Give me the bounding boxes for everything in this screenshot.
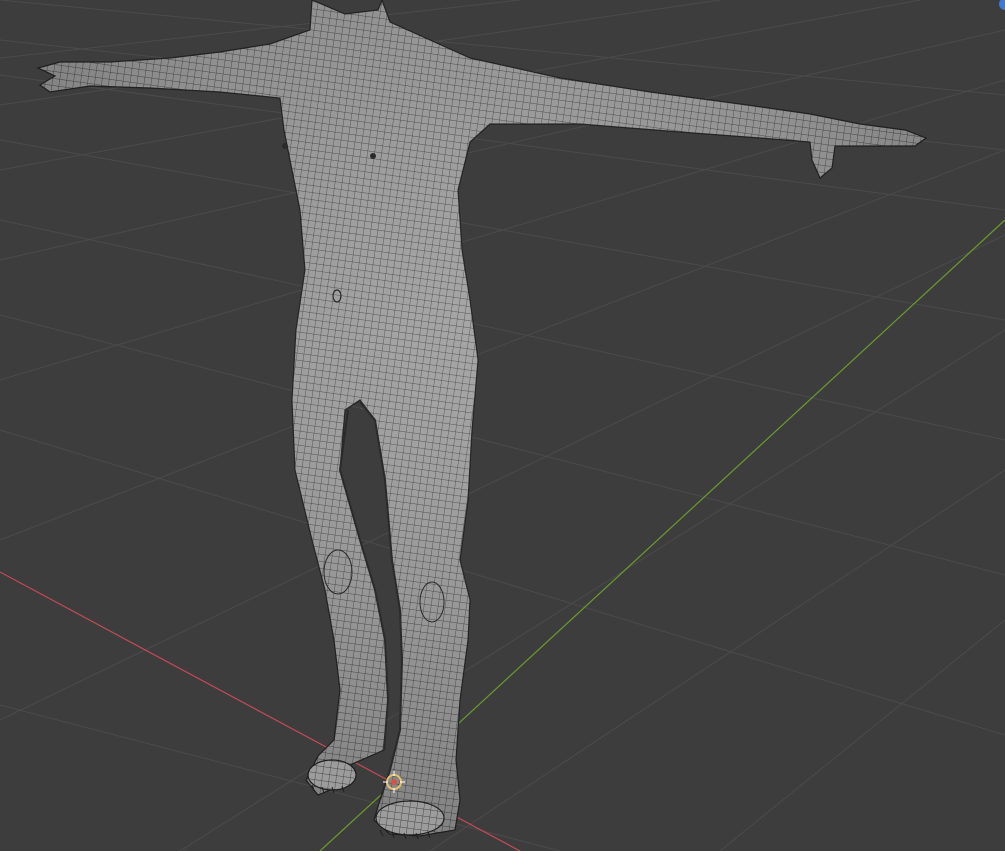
chest-feature-right [370, 153, 376, 159]
left-foot [307, 759, 357, 791]
viewport-canvas[interactable] [0, 0, 1005, 851]
character-mesh[interactable] [36, 0, 928, 840]
navigation-gizmo-icon[interactable] [999, 0, 1005, 10]
right-foot [375, 800, 445, 836]
chest-feature-left [282, 143, 288, 149]
3d-viewport[interactable] [0, 0, 1005, 851]
